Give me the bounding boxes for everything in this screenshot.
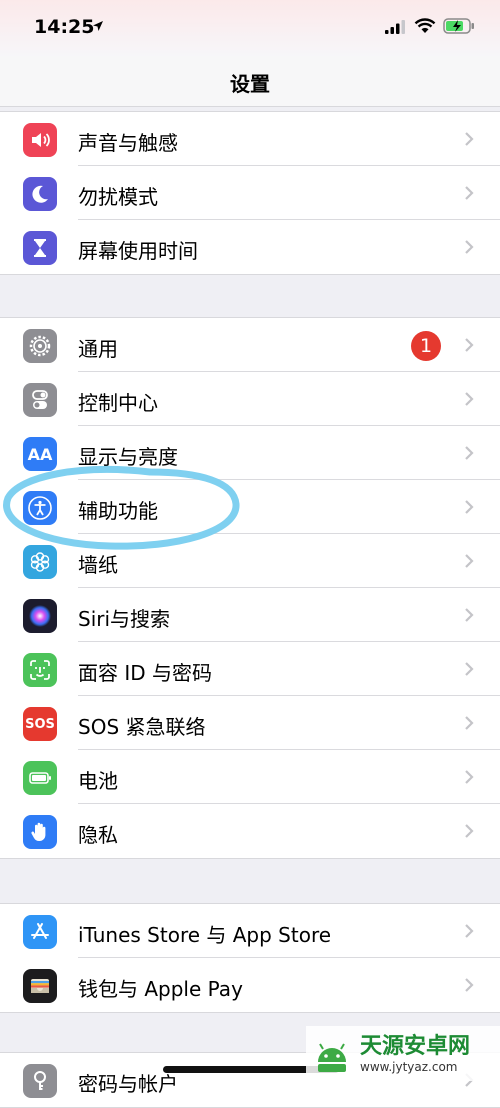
- battery-status-icon: [443, 18, 474, 34]
- chevron-right-icon: [465, 978, 474, 992]
- chevron-right-icon: [465, 392, 474, 406]
- sos-icon: SOS: [23, 707, 57, 741]
- battery-icon: [23, 761, 57, 795]
- settings-row-do-not-disturb[interactable]: 勿扰模式: [0, 166, 500, 220]
- status-time: 14:25: [34, 16, 95, 38]
- settings-row-wallpaper[interactable]: 墙纸: [0, 534, 500, 588]
- chevron-right-icon: [465, 446, 474, 460]
- settings-row-label: 声音与触感: [78, 131, 178, 155]
- settings-group-general: 通用 1 控制中心 AA 显示与亮度 辅助功能 墙纸 Siri与搜索 面容 ID…: [0, 317, 500, 859]
- settings-row-label: 控制中心: [78, 391, 158, 415]
- settings-row-label: 墙纸: [78, 553, 118, 577]
- settings-row-label: 显示与亮度: [78, 445, 178, 469]
- flower-icon: [23, 545, 57, 579]
- toggles-icon: [23, 383, 57, 417]
- settings-row-label: iTunes Store 与 App Store: [78, 923, 332, 947]
- settings-row-label: 辅助功能: [78, 499, 158, 523]
- wifi-icon: [414, 18, 436, 33]
- settings-row-label: 通用: [78, 337, 118, 361]
- page-title: 设置: [230, 72, 270, 96]
- location-arrow-icon: [93, 21, 103, 31]
- status-bar: 14:25: [0, 0, 500, 56]
- chevron-right-icon: [465, 824, 474, 838]
- android-logo-icon: [318, 1042, 346, 1072]
- watermark-title: 天源安卓网: [360, 1033, 471, 1059]
- chevron-right-icon: [465, 132, 474, 146]
- chevron-right-icon: [465, 338, 474, 352]
- settings-group-store: iTunes Store 与 App Store 钱包与 Apple Pay: [0, 903, 500, 1013]
- settings-row-label: 面容 ID 与密码: [78, 661, 213, 685]
- settings-row-label: 勿扰模式: [78, 185, 158, 209]
- settings-row-privacy[interactable]: 隐私: [0, 804, 500, 858]
- settings-row-label: 屏幕使用时间: [78, 239, 198, 263]
- chevron-right-icon: [465, 662, 474, 676]
- accessibility-icon: [23, 491, 57, 525]
- settings-row-general[interactable]: 通用 1: [0, 318, 500, 372]
- gear-icon: [23, 329, 57, 363]
- settings-row-siri-search[interactable]: Siri与搜索: [0, 588, 500, 642]
- hand-icon: [23, 815, 57, 849]
- text-size-icon: AA: [23, 437, 57, 471]
- cellular-signal-icon: [385, 20, 405, 34]
- face-id-icon: [23, 653, 57, 687]
- settings-row-label: 隐私: [78, 823, 118, 847]
- chevron-right-icon: [465, 240, 474, 254]
- watermark-url: www.jytyaz.com: [360, 1059, 458, 1074]
- app-store-icon: [23, 915, 57, 949]
- settings-row-wallet-apple-pay[interactable]: 钱包与 Apple Pay: [0, 958, 500, 1012]
- settings-row-screen-time[interactable]: 屏幕使用时间: [0, 220, 500, 274]
- settings-row-emergency-sos[interactable]: SOS SOS 紧急联络: [0, 696, 500, 750]
- settings-row-label: 电池: [78, 769, 118, 793]
- chevron-right-icon: [465, 608, 474, 622]
- settings-row-display-brightness[interactable]: AA 显示与亮度: [0, 426, 500, 480]
- chevron-right-icon: [465, 186, 474, 200]
- key-icon: [23, 1064, 57, 1098]
- watermark: 天源安卓网 www.jytyaz.com: [306, 1026, 500, 1081]
- chevron-right-icon: [465, 500, 474, 514]
- settings-group-sound: 声音与触感 勿扰模式 屏幕使用时间: [0, 111, 500, 275]
- siri-icon: [23, 599, 57, 633]
- settings-row-sounds[interactable]: 声音与触感: [0, 112, 500, 166]
- chevron-right-icon: [465, 716, 474, 730]
- hourglass-icon: [23, 231, 57, 265]
- settings-row-face-id[interactable]: 面容 ID 与密码: [0, 642, 500, 696]
- settings-row-label: Siri与搜索: [78, 607, 171, 631]
- chevron-right-icon: [465, 924, 474, 938]
- wallet-icon: [23, 969, 57, 1003]
- settings-row-itunes-app-store[interactable]: iTunes Store 与 App Store: [0, 904, 500, 958]
- chevron-right-icon: [465, 770, 474, 784]
- moon-icon: [23, 177, 57, 211]
- navigation-bar: 设置: [0, 56, 500, 107]
- notification-badge: 1: [411, 331, 441, 361]
- settings-row-control-center[interactable]: 控制中心: [0, 372, 500, 426]
- settings-row-accessibility[interactable]: 辅助功能: [0, 480, 500, 534]
- settings-row-battery[interactable]: 电池: [0, 750, 500, 804]
- settings-row-label: 密码与帐户: [78, 1072, 178, 1096]
- speaker-icon: [23, 123, 57, 157]
- chevron-right-icon: [465, 554, 474, 568]
- settings-row-label: 钱包与 Apple Pay: [78, 977, 243, 1001]
- settings-row-label: SOS 紧急联络: [78, 715, 206, 739]
